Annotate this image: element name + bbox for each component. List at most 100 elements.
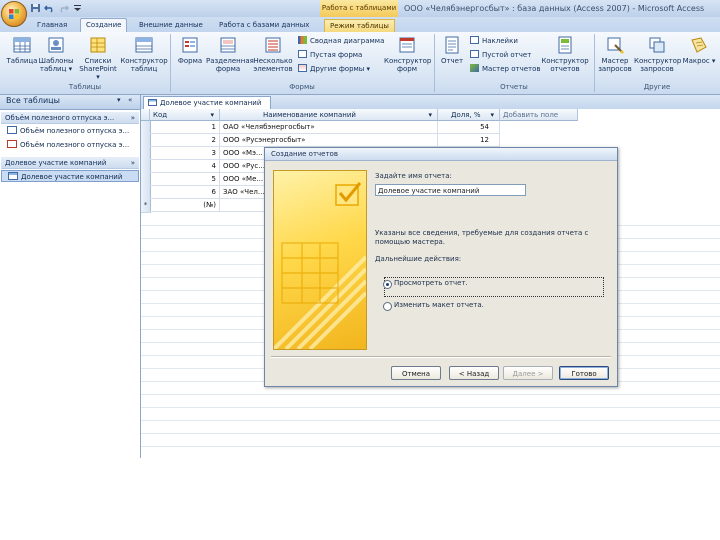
blank-form-button[interactable]: Пустая форма <box>298 50 362 61</box>
tab-external-data[interactable]: Внешние данные <box>134 19 208 32</box>
tab-home[interactable]: Главная <box>32 19 72 32</box>
cell-code[interactable]: 3 <box>150 147 220 160</box>
report-design-button[interactable]: Конструктор отчетов <box>540 35 590 73</box>
form-button[interactable]: Форма <box>172 35 208 65</box>
table-row[interactable]: 2 ООО «Русэнергосбыт» 12 <box>141 134 581 148</box>
form-label: Форма <box>177 57 203 65</box>
document-tab-label: Долевое участие компаний <box>160 99 262 107</box>
report-wizard-label: Мастер отчетов <box>482 65 541 73</box>
form-design-button[interactable]: Конструктор форм <box>384 35 431 73</box>
table-icon <box>8 172 18 180</box>
pivot-chart-label: Сводная диаграмма <box>310 37 385 45</box>
next-button[interactable]: Далее > <box>503 366 553 380</box>
option-modify-radio[interactable] <box>383 302 392 311</box>
report-wizard-dialog: Создание отчетов Задайте имя отчета: Дол… <box>264 147 618 387</box>
group-separator <box>434 34 435 92</box>
nav-header[interactable]: Все таблицы ▾ « <box>0 95 140 110</box>
cell-code[interactable]: 1 <box>150 121 220 134</box>
labels-icon <box>470 36 479 44</box>
macro-label: Макрос ▾ <box>682 57 716 65</box>
labels-label: Наклейки <box>482 37 518 45</box>
query-design-button[interactable]: Конструктор запросов <box>634 35 681 73</box>
tab-database-tools[interactable]: Работа с базами данных <box>214 19 314 32</box>
cell-code[interactable]: 4 <box>150 160 220 173</box>
empty-gridline <box>141 433 720 434</box>
document-tab[interactable]: Долевое участие компаний <box>143 96 271 110</box>
query-wizard-label: Мастер запросов <box>598 57 632 73</box>
tab-datasheet[interactable]: Режим таблицы <box>324 19 395 33</box>
cell-code-new[interactable]: (№) <box>150 199 220 212</box>
sort-dropdown-icon[interactable]: ▾ <box>428 109 432 120</box>
query-design-icon <box>649 37 665 53</box>
save-icon[interactable] <box>30 3 41 13</box>
column-header-name[interactable]: Наименование компаний ▾ <box>220 109 438 121</box>
option-preview-radio[interactable] <box>383 280 392 289</box>
cell-share[interactable]: 54 <box>438 121 500 134</box>
sharepoint-lists-button[interactable]: Списки SharePoint ▾ <box>78 35 118 81</box>
nav-item-selected[interactable]: Долевое участие компаний <box>1 170 139 182</box>
nav-item-label: Объём полезного отпуска э... <box>20 141 130 149</box>
form-design-icon <box>399 37 415 53</box>
dialog-separator <box>271 356 611 358</box>
split-form-label: Разделенная форма <box>206 57 254 73</box>
cell-name[interactable]: ООО «Русэнергосбыт» <box>220 134 438 147</box>
column-header-add-field[interactable]: Добавить поле <box>500 109 578 121</box>
option-preview-label[interactable]: Просмотреть отчет. <box>394 279 468 287</box>
report-wizard-button[interactable]: Мастер отчетов <box>470 64 541 75</box>
column-header-code[interactable]: Код ▾ <box>150 109 220 121</box>
multiple-items-button[interactable]: Несколько элементов <box>250 35 296 73</box>
pivot-chart-icon <box>298 36 307 44</box>
undo-icon[interactable] <box>44 3 55 13</box>
column-header-share[interactable]: Доля, % ▾ <box>438 109 500 121</box>
cancel-button[interactable]: Отмена <box>391 366 441 380</box>
split-form-button[interactable]: Разделенная форма <box>206 35 254 73</box>
empty-gridline <box>141 394 720 395</box>
report-name-input[interactable]: Долевое участие компаний <box>375 184 526 196</box>
sort-dropdown-icon[interactable]: ▾ <box>210 109 214 120</box>
nav-menu-chevron-icon[interactable]: ▾ <box>117 96 121 104</box>
nav-group-header[interactable]: Долевое участие компаний » <box>1 157 139 169</box>
next-actions-prompt: Дальнейшие действия: <box>375 255 462 263</box>
more-forms-button[interactable]: Другие формы ▾ <box>298 64 370 75</box>
finish-button[interactable]: Готово <box>559 366 609 380</box>
nav-group-header[interactable]: Объём полезного отпуска э... » <box>1 112 139 124</box>
labels-button[interactable]: Наклейки <box>470 36 518 47</box>
table-design-label: Конструктор таблиц <box>120 57 168 73</box>
tab-create[interactable]: Создание <box>80 18 128 32</box>
office-button[interactable] <box>1 1 27 27</box>
cell-share[interactable]: 12 <box>438 134 500 147</box>
table-templates-button[interactable]: Шаблоны таблиц ▾ <box>36 35 76 73</box>
customize-toolbar-icon[interactable] <box>72 3 83 13</box>
group-tables-label: Таблицы <box>68 83 102 91</box>
nav-collapse-icon[interactable]: « <box>128 96 132 104</box>
macro-button[interactable]: Макрос ▾ <box>680 35 718 65</box>
blank-form-icon <box>298 50 307 58</box>
column-header-label: Код <box>153 111 168 119</box>
select-all-corner[interactable] <box>141 109 150 121</box>
table-design-button[interactable]: Конструктор таблиц <box>120 35 168 73</box>
cell-code[interactable]: 6 <box>150 186 220 199</box>
nav-item-label: Объём полезного отпуска э... <box>20 127 130 135</box>
empty-gridline <box>141 420 720 421</box>
cell-code[interactable]: 2 <box>150 134 220 147</box>
option-modify-label[interactable]: Изменить макет отчета. <box>394 301 484 309</box>
back-button[interactable]: < Назад <box>449 366 499 380</box>
query-wizard-button[interactable]: Мастер запросов <box>596 35 634 73</box>
navigation-pane: Все таблицы ▾ « Объём полезного отпуска … <box>0 95 141 458</box>
nav-item[interactable]: Объём полезного отпуска э... <box>1 125 139 137</box>
report-button[interactable]: Отчет <box>436 35 468 65</box>
table-row[interactable]: 1 ОАО «Челябэнергосбыт» 54 <box>141 121 581 135</box>
empty-gridline <box>141 407 720 408</box>
cell-code[interactable]: 5 <box>150 173 220 186</box>
ribbon-tabs: Главная Создание Внешние данные Работа с… <box>0 17 720 33</box>
dialog-title: Создание отчетов <box>265 148 617 161</box>
blank-report-button[interactable]: Пустой отчет <box>470 50 531 61</box>
pivot-chart-button[interactable]: Сводная диаграмма <box>298 36 384 47</box>
empty-gridline <box>141 446 720 447</box>
sort-dropdown-icon[interactable]: ▾ <box>490 109 494 120</box>
redo-icon[interactable] <box>58 3 69 13</box>
table-button-label: Таблица <box>6 57 38 65</box>
nav-item[interactable]: Объём полезного отпуска э... <box>1 139 139 151</box>
table-templates-label: Шаблоны таблиц ▾ <box>38 57 74 73</box>
cell-name[interactable]: ОАО «Челябэнергосбыт» <box>220 121 438 134</box>
